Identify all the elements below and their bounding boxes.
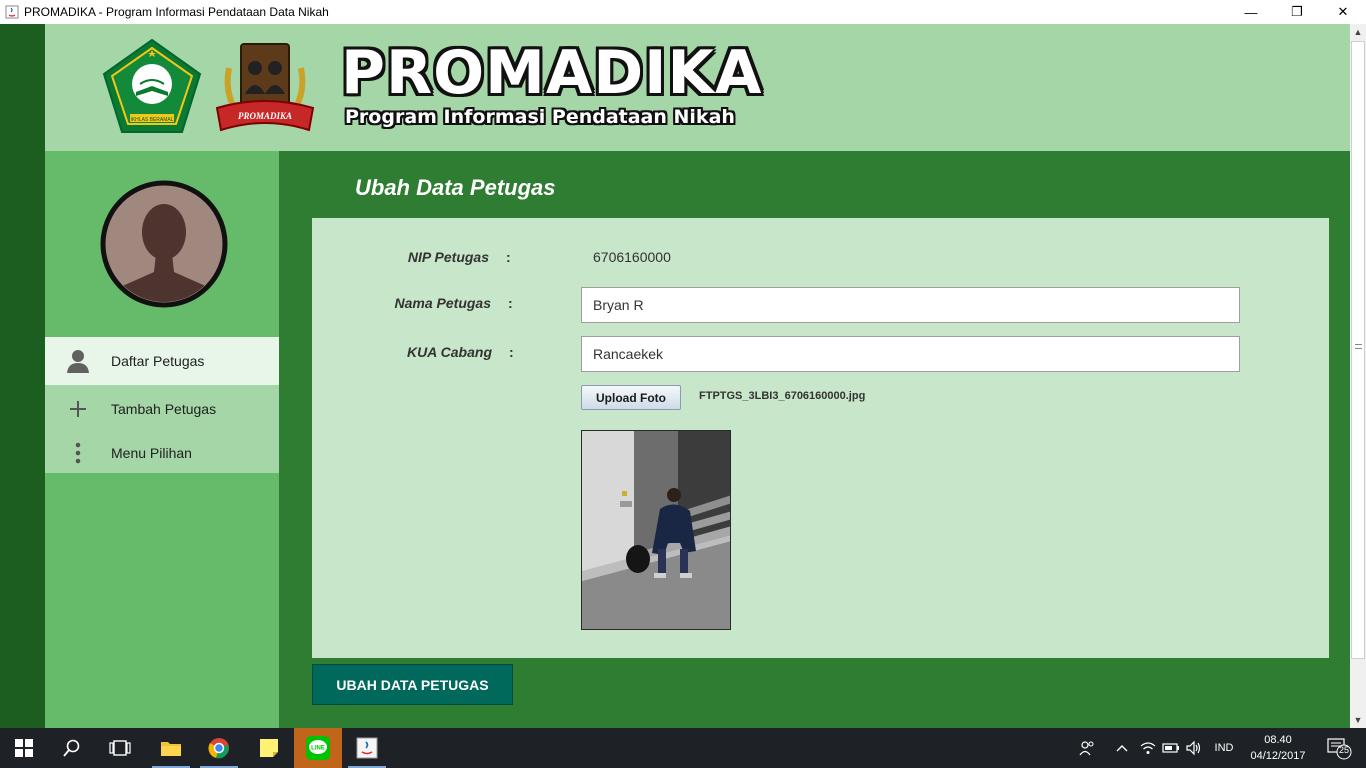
edit-form-panel: NIP Petugas : 6706160000 Nama Petugas : … xyxy=(312,218,1329,658)
ubah-data-petugas-button[interactable]: UBAH DATA PETUGAS xyxy=(312,664,513,705)
clock-date: 04/12/2017 xyxy=(1250,750,1306,762)
petugas-photo xyxy=(581,430,731,630)
chrome-icon xyxy=(208,738,229,759)
person-icon xyxy=(45,349,111,373)
scroll-down-icon[interactable]: ▼ xyxy=(1350,712,1366,728)
kua-label: KUA Cabang xyxy=(406,344,492,360)
window-titlebar: PROMADIKA - Program Informasi Pendataan … xyxy=(0,0,1366,24)
sidebar: Daftar Petugas Tambah Petugas Menu Pilih… xyxy=(45,151,279,728)
scroll-thumb[interactable] xyxy=(1351,41,1365,659)
taskbar: LINE IND 08.40 04/12/2017 25 xyxy=(0,728,1366,768)
petugas-photo-image xyxy=(582,431,730,629)
taskbar-sticky-notes[interactable] xyxy=(246,728,292,768)
people-button[interactable] xyxy=(1074,728,1100,768)
volume-icon xyxy=(1186,741,1201,755)
clock-time: 08.40 xyxy=(1264,734,1292,746)
kemenag-logo-text: IKHLAS BERAMAL xyxy=(130,117,173,123)
line-app-label: LINE xyxy=(311,746,325,752)
upload-foto-button[interactable]: Upload Foto xyxy=(581,385,681,410)
nip-value: 6706160000 xyxy=(593,249,671,265)
sidebar-item-label: Tambah Petugas xyxy=(111,401,217,417)
taskbar-java[interactable] xyxy=(344,728,390,768)
notification-count: 25 xyxy=(1339,745,1350,755)
sticky-notes-icon xyxy=(260,739,278,757)
user-avatar-icon xyxy=(100,180,228,308)
nip-label: NIP Petugas xyxy=(407,249,489,265)
thumb-grip-icon xyxy=(1355,344,1362,349)
windows-icon xyxy=(15,739,33,757)
tray-expand-button[interactable] xyxy=(1112,728,1132,768)
photo-filename: FTPTGS_3LBI3_6706160000.jpg xyxy=(699,390,866,402)
vertical-scrollbar[interactable]: ▲ ▼ xyxy=(1350,24,1366,728)
sidebar-menu: Daftar Petugas Tambah Petugas Menu Pilih… xyxy=(45,337,279,473)
java-app-icon xyxy=(5,5,19,19)
people-icon xyxy=(1079,741,1094,756)
chevron-up-icon xyxy=(1116,745,1128,752)
close-button[interactable]: ✕ xyxy=(1320,0,1366,24)
app-window: IKHLAS BERAMAL PROMADIKA PROMADIKA Progr… xyxy=(0,24,1350,728)
kua-cabang-input[interactable] xyxy=(581,336,1240,372)
volume-button[interactable] xyxy=(1184,728,1204,768)
sidebar-item-label: Daftar Petugas xyxy=(111,353,205,369)
wifi-icon xyxy=(1140,742,1156,754)
network-button[interactable] xyxy=(1138,728,1158,768)
plus-icon xyxy=(45,401,111,417)
nip-colon: : xyxy=(506,249,511,265)
promadika-logo-text: PROMADIKA xyxy=(238,111,292,121)
action-center-button[interactable]: 25 xyxy=(1318,728,1360,768)
app-header: IKHLAS BERAMAL PROMADIKA PROMADIKA Progr… xyxy=(45,24,1350,151)
start-button[interactable] xyxy=(0,728,48,768)
maximize-button[interactable]: ❐ xyxy=(1274,0,1320,24)
taskbar-clock[interactable]: 08.40 04/12/2017 xyxy=(1246,732,1310,764)
folder-icon xyxy=(161,742,181,756)
left-strip xyxy=(0,24,45,728)
taskbar-file-explorer[interactable] xyxy=(148,728,194,768)
more-vertical-icon xyxy=(45,442,111,464)
brand-title: PROMADIKA xyxy=(341,38,763,108)
line-app-icon: LINE xyxy=(306,736,330,760)
java-icon xyxy=(356,737,378,759)
battery-icon xyxy=(1162,743,1179,753)
window-title: PROMADIKA - Program Informasi Pendataan … xyxy=(24,5,329,19)
minimize-button[interactable]: — xyxy=(1228,0,1274,24)
sidebar-item-tambah-petugas[interactable]: Tambah Petugas xyxy=(45,385,279,433)
task-view-icon xyxy=(109,740,131,756)
search-icon xyxy=(63,739,80,757)
nama-colon: : xyxy=(508,295,513,311)
sidebar-item-daftar-petugas[interactable]: Daftar Petugas xyxy=(45,337,279,385)
nama-petugas-input[interactable] xyxy=(581,287,1240,323)
page-title: Ubah Data Petugas xyxy=(355,175,556,200)
taskbar-line[interactable]: LINE xyxy=(294,728,342,768)
kemenag-logo-icon: IKHLAS BERAMAL xyxy=(102,38,202,133)
sidebar-item-menu-pilihan[interactable]: Menu Pilihan xyxy=(45,433,279,473)
search-button[interactable] xyxy=(48,728,96,768)
scroll-up-icon[interactable]: ▲ xyxy=(1350,24,1366,40)
task-view-button[interactable] xyxy=(96,728,144,768)
sidebar-item-label: Menu Pilihan xyxy=(111,445,192,461)
battery-button[interactable] xyxy=(1160,728,1182,768)
taskbar-chrome[interactable] xyxy=(196,728,242,768)
promadika-logo-icon: PROMADIKA xyxy=(215,43,315,132)
kua-colon: : xyxy=(509,344,514,360)
input-language[interactable]: IND xyxy=(1208,728,1240,768)
nama-label: Nama Petugas xyxy=(394,295,491,311)
brand-subtitle: Program Informasi Pendataan Nikah xyxy=(345,106,735,128)
